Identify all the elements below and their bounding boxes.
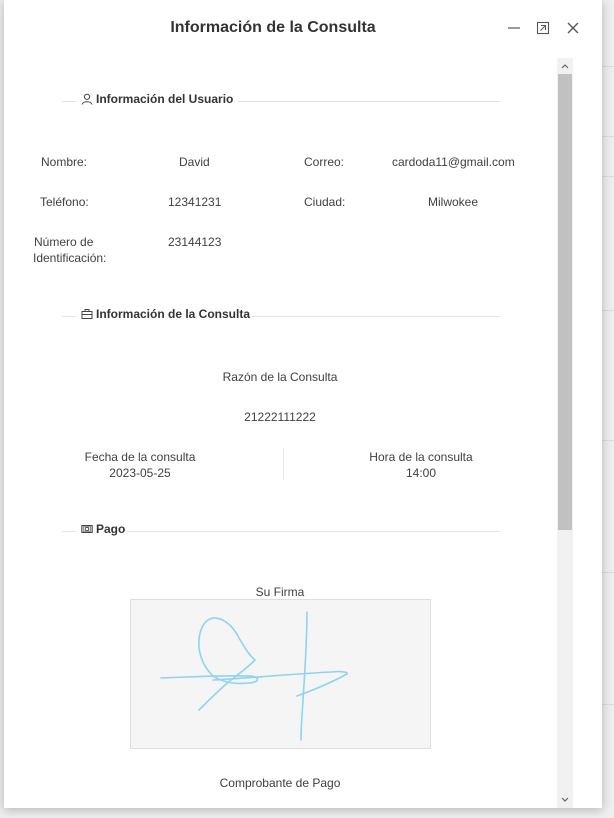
scroll-down-button[interactable] [557,792,573,808]
user-section-header: Información del Usuario [62,92,500,112]
background-divider [602,310,614,311]
chevron-up-icon [561,64,569,69]
signature-drawing [160,611,349,741]
briefcase-icon [81,309,93,319]
phone-label: Teléfono: [40,195,89,209]
vertical-scrollbar[interactable] [557,58,573,808]
background-divider [602,572,614,573]
receipt-label: Comprobante de Pago [219,776,341,790]
time-value: 14:00 [405,466,437,480]
name-label: Nombre: [41,155,88,169]
user-section-title: Información del Usuario [96,92,234,106]
phone-value: 12341231 [168,195,222,209]
date-value: 2023-05-25 [109,466,171,480]
background-divider [602,66,614,67]
id-value: 23144123 [168,235,222,249]
payment-section-title: Pago [96,522,126,536]
scroll-thumb[interactable] [558,74,572,530]
city-label: Ciudad: [304,195,346,209]
close-button[interactable] [563,18,583,38]
time-label: Hora de la consulta [369,450,473,464]
signature-image [130,599,431,749]
user-icon [81,93,93,105]
date-time-divider [283,448,284,480]
reason-label: Razón de la Consulta [222,370,338,384]
id-label-line2: Identificación: [33,251,107,265]
consult-section-header: Información de la Consulta [62,307,500,327]
consult-section-title: Información de la Consulta [96,307,251,321]
city-value: Milwokee [428,195,479,209]
maximize-button[interactable] [533,18,553,38]
background-divider [602,176,614,177]
reason-value: 21222111222 [244,410,316,424]
close-icon [567,22,579,34]
background-divider [602,136,614,137]
minimize-icon [508,27,520,29]
payment-section-header: Pago [62,522,500,542]
background-divider [602,440,614,441]
minimize-button[interactable] [504,18,524,38]
signature-label: Su Firma [255,585,305,599]
background-divider [602,704,614,705]
dialog-title: Información de la Consulta [170,19,376,36]
money-icon [81,525,93,533]
email-label: Correo: [304,155,345,169]
id-label-line1: Número de [34,235,94,249]
name-value: David [179,155,210,169]
maximize-icon [536,21,550,35]
email-value: cardoda11@gmail.com [392,155,515,169]
chevron-down-icon [561,797,569,802]
scroll-up-button[interactable] [557,58,573,74]
dialog-titlebar: Información de la Consulta [4,0,602,56]
consultation-dialog: Información de la Consulta Información d… [4,0,602,808]
date-label: Fecha de la consulta [84,450,196,464]
